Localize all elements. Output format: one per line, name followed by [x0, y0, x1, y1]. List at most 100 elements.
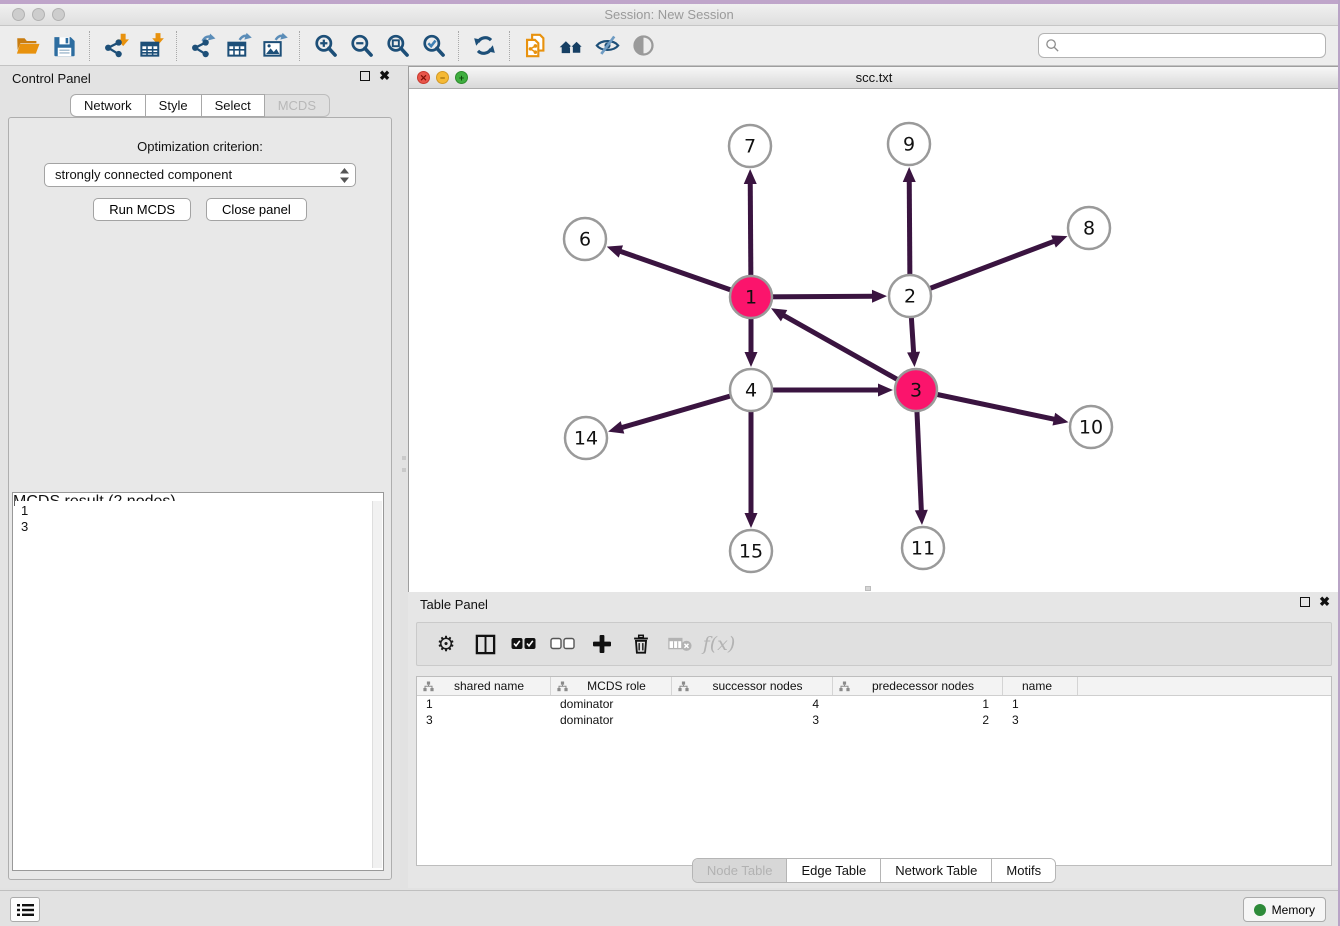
table-settings-button[interactable]: ⚙ — [431, 627, 461, 661]
create-column-button[interactable] — [587, 627, 617, 661]
tab-style[interactable]: Style — [146, 94, 202, 117]
network-window-titlebar[interactable]: ✕ − + scc.txt — [409, 67, 1339, 89]
tab-node-table[interactable]: Node Table — [693, 859, 788, 882]
graph-edge-4-14[interactable] — [608, 390, 751, 434]
tab-select[interactable]: Select — [202, 94, 265, 117]
column-header-predecessor-nodes[interactable]: predecessor nodes — [833, 677, 1003, 695]
delete-table-icon — [668, 635, 692, 653]
close-mcds-panel-button[interactable]: Close panel — [206, 198, 307, 221]
show-all-button[interactable] — [625, 30, 661, 62]
table-cell[interactable]: 1 — [417, 696, 551, 712]
eye-slash-icon — [594, 32, 621, 59]
graph-node-label: 1 — [745, 287, 757, 309]
import-table-button[interactable] — [133, 30, 169, 62]
graph-edge-1-6[interactable] — [607, 245, 751, 297]
column-header-shared-name[interactable]: shared name — [417, 677, 551, 695]
open-folder-icon — [15, 32, 42, 59]
tab-edge-table[interactable]: Edge Table — [787, 859, 881, 882]
graph-node-label: 8 — [1083, 218, 1095, 240]
clone-network-icon — [522, 32, 549, 59]
tab-motifs[interactable]: Motifs — [992, 859, 1055, 882]
graph-node-7[interactable]: 7 — [729, 125, 771, 167]
table-cell[interactable]: 1 — [833, 696, 1003, 712]
apply-layout-button[interactable] — [466, 30, 502, 62]
graph-node-4[interactable]: 4 — [730, 369, 772, 411]
float-table-panel-button[interactable] — [1300, 597, 1310, 607]
result-scrollbar[interactable] — [372, 501, 382, 868]
search-input[interactable] — [1060, 36, 1325, 56]
task-history-button[interactable] — [10, 897, 40, 922]
table-cell[interactable]: dominator — [551, 696, 672, 712]
column-header-label: predecessor nodes — [850, 679, 1002, 693]
run-mcds-button[interactable]: Run MCDS — [93, 198, 191, 221]
first-neighbors-button[interactable] — [553, 30, 589, 62]
graph-node-8[interactable]: 8 — [1068, 207, 1110, 249]
table-cell[interactable]: 3 — [672, 712, 833, 728]
table-panel: Table Panel ✖ ⚙ — [408, 592, 1340, 888]
export-table-button[interactable] — [220, 30, 256, 62]
export-image-button[interactable] — [256, 30, 292, 62]
table-cell[interactable]: 4 — [672, 696, 833, 712]
graph-edge-3-10[interactable] — [916, 390, 1068, 425]
zoom-in-button[interactable] — [307, 30, 343, 62]
table-cell[interactable]: 3 — [417, 712, 551, 728]
hide-selected-button[interactable] — [589, 30, 625, 62]
close-panel-button[interactable]: ✖ — [379, 71, 390, 81]
panel-splitter[interactable] — [400, 66, 408, 888]
close-table-panel-button[interactable]: ✖ — [1319, 597, 1330, 607]
graph-node-2[interactable]: 2 — [889, 275, 931, 317]
table-panel-header: Table Panel ✖ — [408, 592, 1340, 618]
graph-node-14[interactable]: 14 — [565, 417, 607, 459]
open-session-button[interactable] — [10, 30, 46, 62]
close-network-button[interactable]: ✕ — [417, 71, 430, 84]
fx-icon: f(x) — [703, 633, 736, 655]
graph-edge-2-8[interactable] — [910, 235, 1067, 296]
status-bar: Memory — [0, 890, 1338, 926]
save-session-button[interactable] — [46, 30, 82, 62]
export-network-button[interactable] — [184, 30, 220, 62]
float-panel-button[interactable] — [360, 71, 370, 81]
delete-table-button[interactable] — [665, 627, 695, 661]
select-all-columns-button[interactable] — [509, 627, 539, 661]
zoom-fit-button[interactable] — [379, 30, 415, 62]
graph-node-10[interactable]: 10 — [1070, 406, 1112, 448]
graph-node-11[interactable]: 11 — [902, 527, 944, 569]
graph-node-label: 9 — [903, 134, 915, 156]
clone-network-button[interactable] — [517, 30, 553, 62]
zoom-out-button[interactable] — [343, 30, 379, 62]
network-canvas[interactable]: 1 2 3 4 6 7 8 9 10 11 14 15 — [409, 89, 1339, 592]
graph-node-9[interactable]: 9 — [888, 123, 930, 165]
memory-button[interactable]: Memory — [1243, 897, 1326, 922]
table-cell[interactable]: 1 — [1003, 696, 1078, 712]
delete-column-button[interactable] — [626, 627, 656, 661]
tab-network[interactable]: Network — [70, 94, 146, 117]
table-cell[interactable]: 2 — [833, 712, 1003, 728]
maximize-network-button[interactable]: + — [455, 71, 468, 84]
graph-edge-3-1[interactable] — [771, 308, 916, 390]
search-field[interactable] — [1038, 33, 1326, 58]
table-cell[interactable]: 3 — [1003, 712, 1078, 728]
graph-node-15[interactable]: 15 — [730, 530, 772, 572]
unchecked-boxes-icon — [550, 637, 576, 651]
canvas-resize-grip[interactable] — [865, 586, 871, 591]
minimize-network-button[interactable]: − — [436, 71, 449, 84]
deselect-all-columns-button[interactable] — [548, 627, 578, 661]
graph-node-1[interactable]: 1 — [730, 276, 772, 318]
tab-network-table[interactable]: Network Table — [881, 859, 992, 882]
optimization-criterion-select[interactable]: strongly connected component — [44, 163, 356, 187]
mcds-result-text[interactable]: 1 3 — [15, 501, 371, 868]
column-header-name[interactable]: name — [1003, 677, 1078, 695]
zoom-selected-button[interactable] — [415, 30, 451, 62]
table-row[interactable]: 3dominator323 — [417, 712, 1331, 728]
table-row[interactable]: 1dominator411 — [417, 696, 1331, 712]
show-columns-button[interactable] — [470, 627, 500, 661]
graph-node-6[interactable]: 6 — [564, 218, 606, 260]
table-cell[interactable]: dominator — [551, 712, 672, 728]
import-network-button[interactable] — [97, 30, 133, 62]
function-builder-button[interactable]: f(x) — [704, 627, 734, 661]
column-header-MCDS-role[interactable]: MCDS role — [551, 677, 672, 695]
plus-icon — [592, 634, 612, 654]
tab-mcds[interactable]: MCDS — [265, 94, 330, 117]
graph-node-3[interactable]: 3 — [895, 369, 937, 411]
column-header-successor-nodes[interactable]: successor nodes — [672, 677, 833, 695]
